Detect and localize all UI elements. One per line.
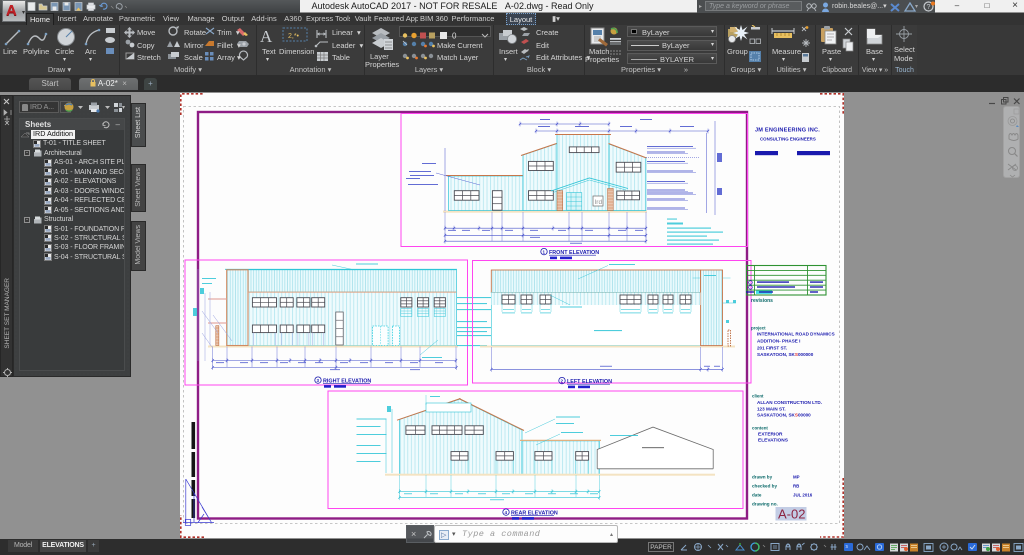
svg-text:date: date	[752, 493, 762, 498]
svg-text:A-02: A-02	[778, 507, 805, 522]
svg-text:JM ENGINEERING INC.: JM ENGINEERING INC.	[755, 128, 820, 134]
svg-text:ELEVATIONS: ELEVATIONS	[758, 438, 789, 444]
svg-text:3: 3	[317, 378, 320, 383]
svg-text:drawing no.: drawing no.	[752, 502, 778, 507]
svg-text:1: 1	[543, 250, 546, 255]
svg-text:SASKATOON, SKS00000: SASKATOON, SKS00000	[757, 413, 811, 418]
svg-text:revisions: revisions	[751, 298, 773, 304]
svg-text:INTERNATIONAL ROAD DYNAMICS: INTERNATIONAL ROAD DYNAMICS	[757, 332, 835, 337]
svg-text:MP: MP	[793, 475, 800, 480]
svg-text:4: 4	[505, 510, 508, 515]
svg-text:123 MAIN ST.: 123 MAIN ST.	[757, 407, 786, 412]
svg-text:ADDITION- PHASE I: ADDITION- PHASE I	[757, 339, 800, 344]
svg-text:RB: RB	[793, 484, 799, 489]
svg-text:drawn by: drawn by	[752, 475, 773, 480]
svg-text:2,*•: 2,*•	[288, 33, 300, 40]
svg-text:ALLAN CONSTRUCTION LTD.: ALLAN CONSTRUCTION LTD.	[757, 400, 822, 405]
svg-text:SASKATOON, SKS000000: SASKATOON, SKS000000	[757, 352, 814, 357]
svg-text:client: client	[752, 394, 764, 399]
svg-text:content: content	[752, 426, 768, 431]
svg-text:201 FIRST ST.: 201 FIRST ST.	[757, 346, 787, 351]
svg-text:?: ?	[927, 4, 931, 11]
svg-text:Ird: Ird	[595, 199, 603, 206]
svg-text:JUL 2016: JUL 2016	[793, 493, 813, 498]
svg-text:0: 0	[452, 32, 457, 41]
svg-text:checked by: checked by	[752, 484, 777, 489]
svg-text:project: project	[751, 326, 766, 331]
svg-text:CONSULTING ENGINEERS: CONSULTING ENGINEERS	[760, 137, 816, 142]
svg-text:A: A	[260, 27, 273, 46]
svg-text:EXTERIOR: EXTERIOR	[758, 432, 783, 438]
